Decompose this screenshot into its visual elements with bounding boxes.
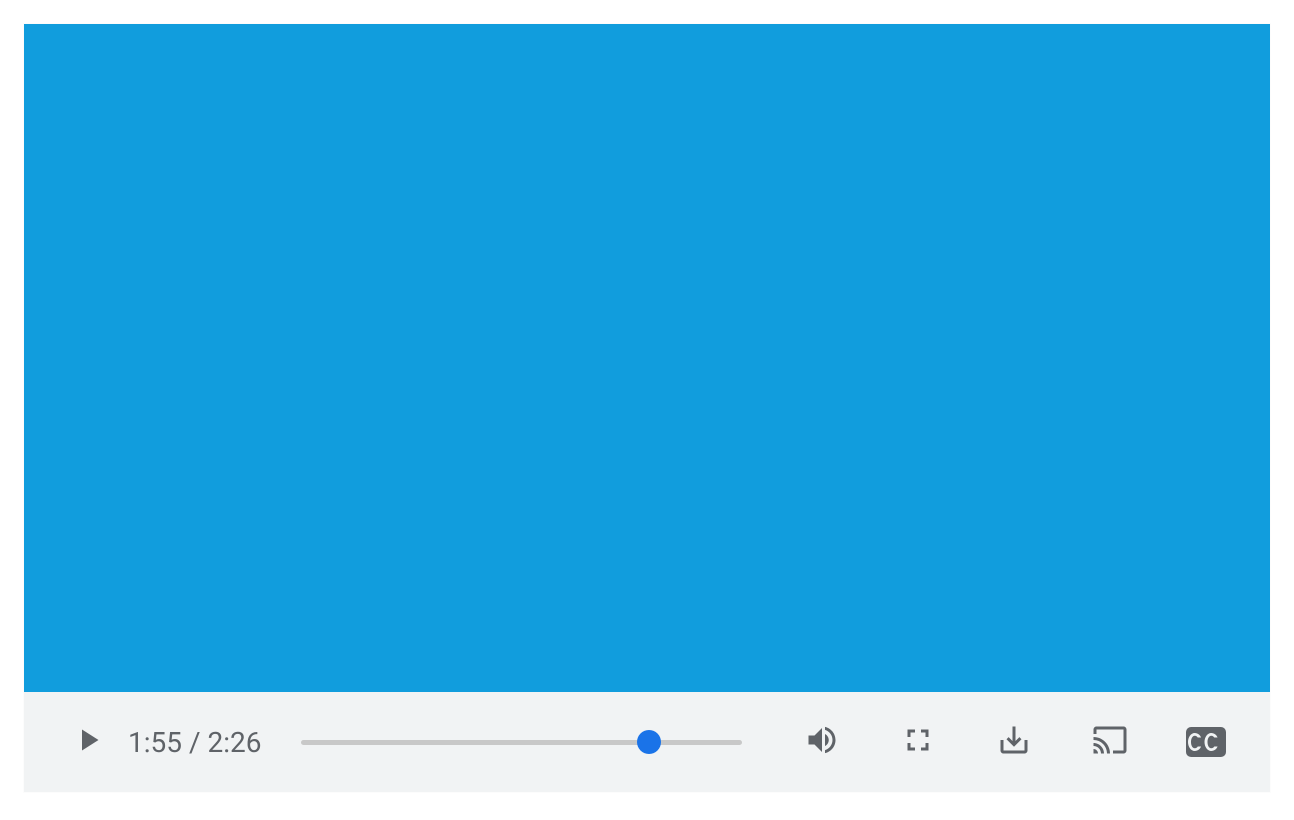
time-display: 1:55 / 2:26 bbox=[128, 726, 261, 759]
volume-button[interactable] bbox=[798, 718, 846, 766]
volume-icon bbox=[804, 722, 840, 762]
right-controls-group bbox=[798, 718, 1230, 766]
time-separator: / bbox=[189, 726, 208, 759]
player-controls-bar: 1:55 / 2:26 bbox=[24, 692, 1270, 792]
video-canvas[interactable] bbox=[24, 24, 1270, 692]
fullscreen-button[interactable] bbox=[894, 718, 942, 766]
progress-slider[interactable] bbox=[301, 718, 742, 766]
closed-captions-icon bbox=[1186, 727, 1226, 757]
captions-button[interactable] bbox=[1182, 718, 1230, 766]
current-time: 1:55 bbox=[128, 726, 182, 759]
play-button[interactable] bbox=[64, 718, 112, 766]
progress-thumb[interactable] bbox=[637, 730, 661, 754]
cast-button[interactable] bbox=[1086, 718, 1134, 766]
progress-track bbox=[301, 740, 742, 745]
download-icon bbox=[996, 722, 1032, 762]
cast-icon bbox=[1092, 722, 1128, 762]
total-time: 2:26 bbox=[207, 726, 261, 759]
download-button[interactable] bbox=[990, 718, 1038, 766]
video-player: 1:55 / 2:26 bbox=[24, 24, 1270, 792]
fullscreen-icon bbox=[900, 722, 936, 762]
play-icon bbox=[70, 722, 106, 762]
